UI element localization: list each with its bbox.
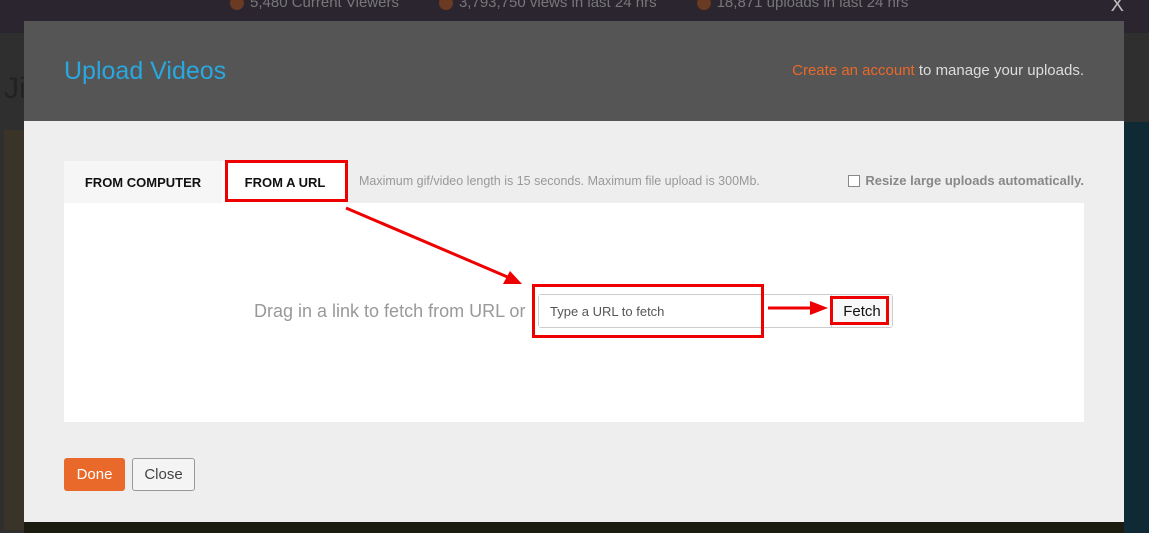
drag-instructions: Drag in a link to fetch from URL or [254,301,526,321]
stat-uploads: 18,871 uploads in last 24 hrs [696,0,908,11]
upload-icon [696,0,711,10]
background-sidebar [1124,122,1149,533]
upload-limits-note: Maximum gif/video length is 15 seconds. … [359,174,760,188]
url-input-group: Fetch [538,294,893,328]
background-page-title: Ji [4,72,26,105]
account-prompt: Create an account to manage your uploads… [792,62,1084,79]
close-button[interactable]: Close [132,458,195,491]
upload-modal: Upload Videos Create an account to manag… [24,21,1124,522]
done-button[interactable]: Done [64,458,125,491]
tab-from-computer[interactable]: FROM COMPUTER [64,161,222,203]
site-stats: 5,480 Current Viewers 3,793,750 views in… [230,0,908,11]
viewers-icon [230,0,244,10]
background-image [4,130,24,530]
fetch-button[interactable]: Fetch [831,295,892,327]
url-input[interactable] [539,295,831,327]
resize-label: Resize large uploads automatically. [865,173,1084,188]
tab-from-url[interactable]: FROM A URL [222,161,348,203]
stat-viewers: 5,480 Current Viewers [230,0,399,11]
resize-option: Resize large uploads automatically. [848,173,1084,188]
modal-title: Upload Videos [64,57,227,85]
url-panel: Drag in a link to fetch from URL or Fetc… [64,203,1084,422]
eye-icon [438,0,453,10]
close-modal-icon[interactable]: X [1111,0,1124,17]
modal-header: Upload Videos Create an account to manag… [24,21,1124,121]
resize-checkbox[interactable] [848,174,861,187]
stat-views: 3,793,750 views in last 24 hrs [438,0,657,11]
background-footer [24,522,1124,533]
create-account-link[interactable]: Create an account [792,62,915,79]
